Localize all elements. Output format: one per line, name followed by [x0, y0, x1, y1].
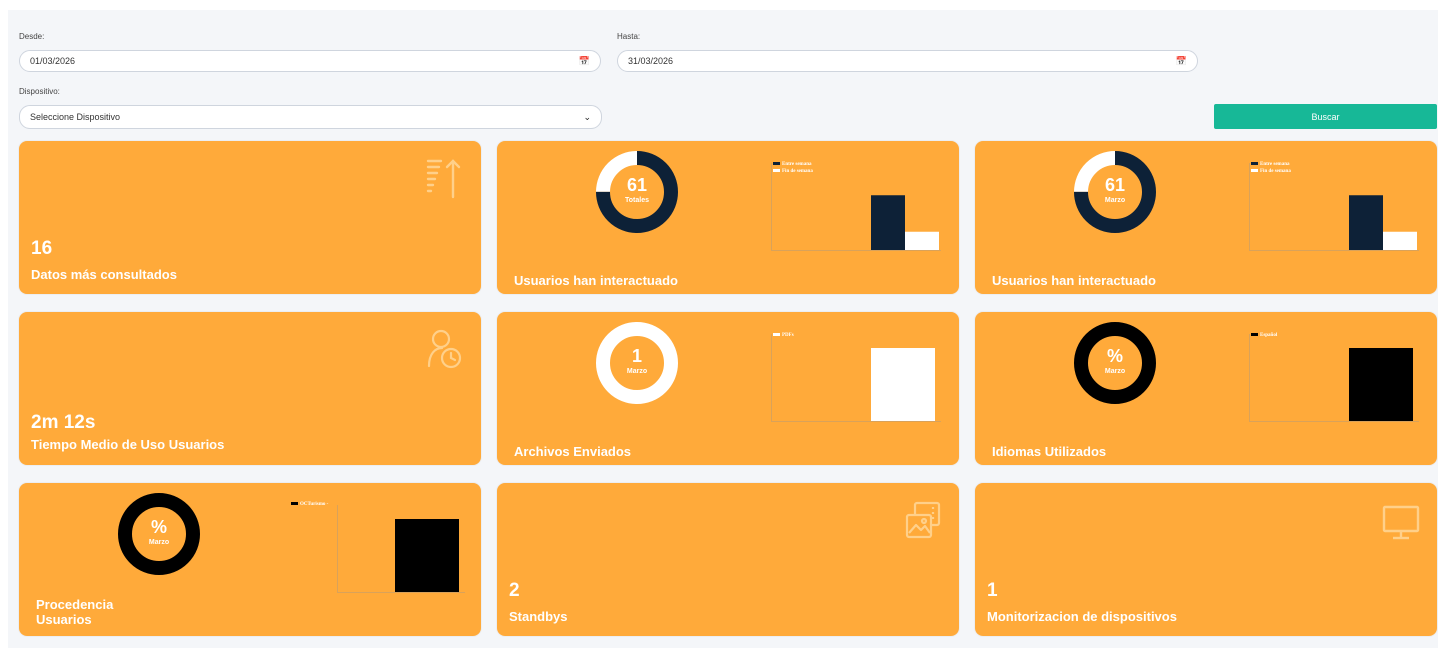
usuarios-totales-title: Usuarios han interactuado [514, 273, 678, 288]
idiomas-sub: Marzo [1104, 368, 1126, 375]
card-standbys[interactable]: 2 Standbys [497, 483, 959, 636]
user-clock-icon [425, 328, 465, 372]
card-idiomas-utilizados[interactable]: % Marzo Español Idiomas Utilizados [975, 312, 1437, 465]
idiomas-bar-svg [1249, 334, 1419, 422]
images-icon [903, 499, 943, 543]
bar-fin-de-semana [905, 231, 939, 250]
usuarios-totales-sub: Totales [625, 197, 649, 204]
legend-label: OCTurismo - [300, 502, 329, 507]
archivos-bar-svg [771, 334, 941, 422]
tiempo-title: Tiempo Medio de Uso Usuarios [31, 437, 225, 452]
archivos-donut: 1 Marzo [594, 320, 680, 406]
archivos-sub: Marzo [626, 368, 648, 375]
procedencia-title-line2: Usuarios [36, 612, 92, 627]
usuarios-totales-bar-svg [771, 163, 941, 251]
calendar-icon[interactable]: 📅 [1176, 51, 1187, 71]
usuarios-totales-donut: 61 Totales [594, 149, 680, 235]
card-archivos-enviados[interactable]: 1 Marzo PDFs Archivos Enviados [497, 312, 959, 465]
procedencia-value: % [150, 517, 167, 537]
idiomas-donut: % Marzo [1072, 320, 1158, 406]
archivos-title: Archivos Enviados [514, 444, 632, 459]
bar-entre-semana [1349, 195, 1383, 250]
dispositivo-select[interactable]: Seleccione Dispositivo ⌄ [19, 105, 602, 129]
dispositivo-value: Seleccione Dispositivo [30, 112, 121, 122]
datos-title: Datos más consultados [31, 267, 177, 282]
archivos-bar-chart [771, 334, 941, 422]
usuarios-marzo-sub: Marzo [1104, 197, 1126, 204]
card-procedencia-usuarios[interactable]: % Marzo OCTurismo - Procedencia Usuarios [19, 483, 481, 636]
usuarios-totales-bar-chart [771, 163, 941, 251]
hasta-label: Hasta: [617, 32, 641, 41]
chevron-down-icon: ⌄ [583, 112, 591, 122]
tiempo-value: 2m 12s [31, 412, 96, 433]
desde-label: Desde: [19, 32, 45, 41]
desde-value: 01/03/2026 [30, 56, 76, 66]
monitor-title: Monitorizacion de dispositivos [987, 609, 1177, 624]
procedencia-bar-chart [337, 505, 465, 593]
card-monitorizacion[interactable]: 1 Monitorizacion de dispositivos [975, 483, 1437, 636]
archivos-value: 1 [631, 346, 642, 366]
usuarios-marzo-bar-svg [1249, 163, 1419, 251]
bar-fin-de-semana [1383, 231, 1417, 250]
usuarios-marzo-bar-chart [1249, 163, 1419, 251]
usuarios-marzo-donut: 61 Marzo [1072, 149, 1158, 235]
dispositivo-label: Dispositivo: [19, 87, 60, 96]
hasta-date-input[interactable]: 31/03/2026 📅 [617, 50, 1198, 72]
usuarios-marzo-value: 61 [1104, 175, 1126, 195]
card-tiempo-medio[interactable]: 2m 12s Tiempo Medio de Uso Usuarios [19, 312, 481, 465]
card-usuarios-marzo[interactable]: 61 Marzo Entre semana Fin de semana Usua… [975, 141, 1437, 294]
procedencia-donut: % Marzo [116, 491, 202, 577]
bar-octurismo- [395, 519, 459, 592]
card-datos-consultados[interactable]: 16 Datos más consultados [19, 141, 481, 294]
monitor-icon [1381, 499, 1421, 543]
legend-item: OCTurismo - [291, 501, 328, 508]
bar-pdfs [871, 348, 935, 421]
datos-value: 16 [31, 238, 53, 259]
idiomas-title: Idiomas Utilizados [992, 444, 1107, 459]
buscar-button[interactable]: Buscar [1214, 104, 1437, 129]
standbys-value: 2 [509, 580, 520, 601]
idiomas-bar-chart [1249, 334, 1419, 422]
procedencia-legend: OCTurismo - [291, 501, 328, 508]
procedencia-sub: Marzo [148, 539, 170, 546]
sort-arrow-up-icon [425, 157, 465, 201]
bar-entre-semana [871, 195, 905, 250]
procedencia-title-line1: Procedencia [36, 597, 114, 612]
procedencia-bar-svg [337, 505, 465, 593]
idiomas-value: % [1106, 346, 1123, 366]
card-usuarios-totales[interactable]: 61 Totales Entre semana Fin de semana Us… [497, 141, 959, 294]
usuarios-totales-value: 61 [626, 175, 648, 195]
hasta-value: 31/03/2026 [628, 56, 674, 66]
legend-swatch [291, 502, 298, 506]
bar-espa-ol [1349, 348, 1413, 421]
monitor-value: 1 [987, 580, 998, 601]
desde-date-input[interactable]: 01/03/2026 📅 [19, 50, 601, 72]
calendar-icon[interactable]: 📅 [579, 51, 590, 71]
usuarios-marzo-title: Usuarios han interactuado [992, 273, 1156, 288]
standbys-title: Standbys [509, 609, 568, 624]
